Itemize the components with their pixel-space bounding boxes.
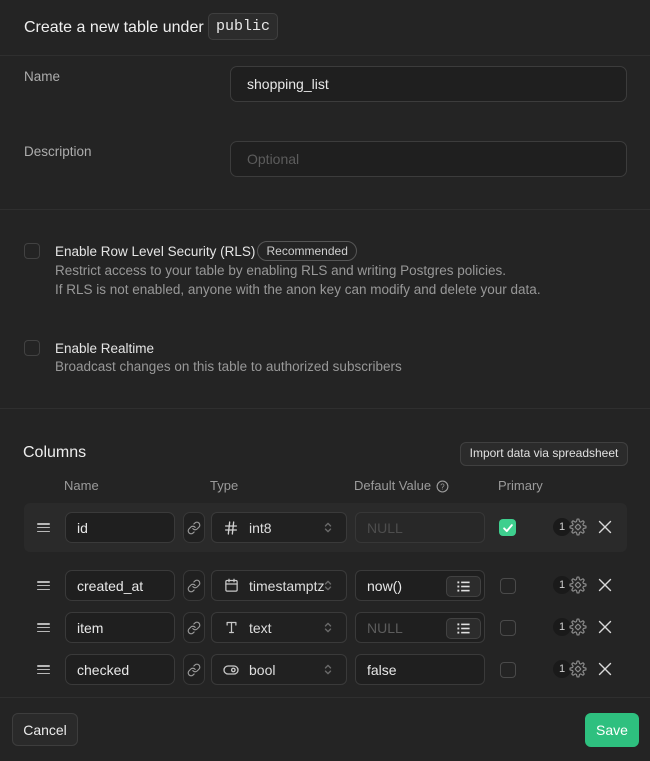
svg-text:?: ? <box>440 482 445 491</box>
